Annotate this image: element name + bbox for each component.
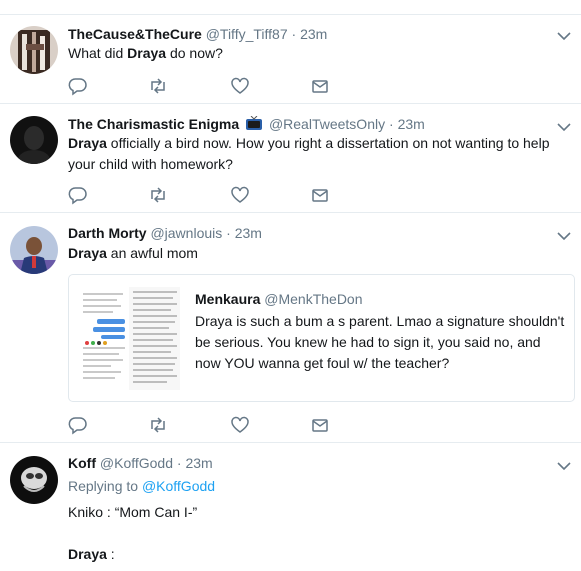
mention-bold: Draya xyxy=(68,546,107,562)
username[interactable]: @Tiffy_Tiff87 xyxy=(206,26,288,42)
timestamp[interactable]: 23m xyxy=(185,455,212,471)
tv-emoji-icon xyxy=(245,115,263,134)
chevron-down-icon[interactable] xyxy=(557,122,571,132)
envelope-icon[interactable] xyxy=(310,76,330,96)
separator-dot: · xyxy=(226,225,231,241)
quoted-tweet-text: Draya is such a bum a s parent. Lmao a s… xyxy=(195,313,565,371)
mention-bold: Draya xyxy=(68,135,107,151)
quoted-tweet[interactable]: Menkaura @MenkTheDon Draya is such a bum… xyxy=(68,274,575,402)
tweet-actions xyxy=(68,185,348,205)
tweet-header: The Charismastic Enigma @RealTweetsOnly … xyxy=(68,115,425,134)
timestamp[interactable]: 23m xyxy=(300,26,327,42)
tweet-header: Koff @KoffGodd · 23m xyxy=(68,455,213,471)
display-name[interactable]: The Charismastic Enigma xyxy=(68,116,239,132)
replying-to: Replying to @KoffGodd xyxy=(68,478,216,494)
tweet-header: TheCause&TheCure @Tiffy_Tiff87 · 23m xyxy=(68,26,327,42)
tweet-text: Kniko : “Mom Can I-” Draya : xyxy=(68,504,198,562)
username[interactable]: @KoffGodd xyxy=(100,455,173,471)
previous-tweet-sliver xyxy=(0,0,581,15)
tweet-actions xyxy=(68,415,348,435)
tweet-text: Draya officially a bird now. How you rig… xyxy=(68,135,550,172)
tweet-text: What did Draya do now? xyxy=(68,45,223,61)
reply-icon[interactable] xyxy=(68,185,88,205)
tweet-2[interactable]: The Charismastic Enigma @RealTweetsOnly … xyxy=(0,104,581,213)
envelope-icon[interactable] xyxy=(310,415,330,435)
display-name[interactable]: TheCause&TheCure xyxy=(68,26,202,42)
chevron-down-icon[interactable] xyxy=(557,461,571,471)
mention-bold: Draya xyxy=(127,45,167,61)
avatar[interactable] xyxy=(10,116,58,164)
envelope-icon[interactable] xyxy=(310,185,330,205)
chevron-down-icon[interactable] xyxy=(557,231,571,241)
tweet-header: Darth Morty @jawnlouis · 23m xyxy=(68,225,262,241)
display-name[interactable]: Koff xyxy=(68,455,96,471)
heart-icon[interactable] xyxy=(230,76,250,96)
separator-dot: · xyxy=(389,116,394,132)
heart-icon[interactable] xyxy=(230,185,250,205)
timestamp[interactable]: 23m xyxy=(398,116,425,132)
quoted-tweet-header: Menkaura @MenkTheDon xyxy=(195,291,363,307)
username[interactable]: @jawnlouis xyxy=(150,225,222,241)
avatar[interactable] xyxy=(10,226,58,274)
username[interactable]: @RealTweetsOnly xyxy=(269,116,385,132)
timestamp[interactable]: 23m xyxy=(235,225,262,241)
replying-to-link[interactable]: @KoffGodd xyxy=(142,478,215,494)
tweet-actions xyxy=(68,76,348,96)
tweet-text: Draya an awful mom xyxy=(68,245,198,261)
reply-icon[interactable] xyxy=(68,76,88,96)
quoted-display-name[interactable]: Menkaura xyxy=(195,291,260,307)
retweet-icon[interactable] xyxy=(148,76,168,96)
reply-icon[interactable] xyxy=(68,415,88,435)
separator-dot: · xyxy=(176,455,182,471)
retweet-icon[interactable] xyxy=(148,185,168,205)
display-name[interactable]: Darth Morty xyxy=(68,225,147,241)
quoted-tweet-image[interactable] xyxy=(79,287,180,390)
separator-dot: · xyxy=(291,26,297,42)
tweet-1[interactable]: TheCause&TheCure @Tiffy_Tiff87 · 23m Wha… xyxy=(0,15,581,104)
chevron-down-icon[interactable] xyxy=(557,31,571,41)
retweet-icon[interactable] xyxy=(148,415,168,435)
avatar[interactable] xyxy=(10,456,58,504)
heart-icon[interactable] xyxy=(230,415,250,435)
mention-bold: Draya xyxy=(68,245,107,261)
tweet-4[interactable]: Koff @KoffGodd · 23m Kniko : “Mom Can I-… xyxy=(0,443,581,571)
quoted-username[interactable]: @MenkTheDon xyxy=(264,291,362,307)
avatar[interactable] xyxy=(10,26,58,74)
